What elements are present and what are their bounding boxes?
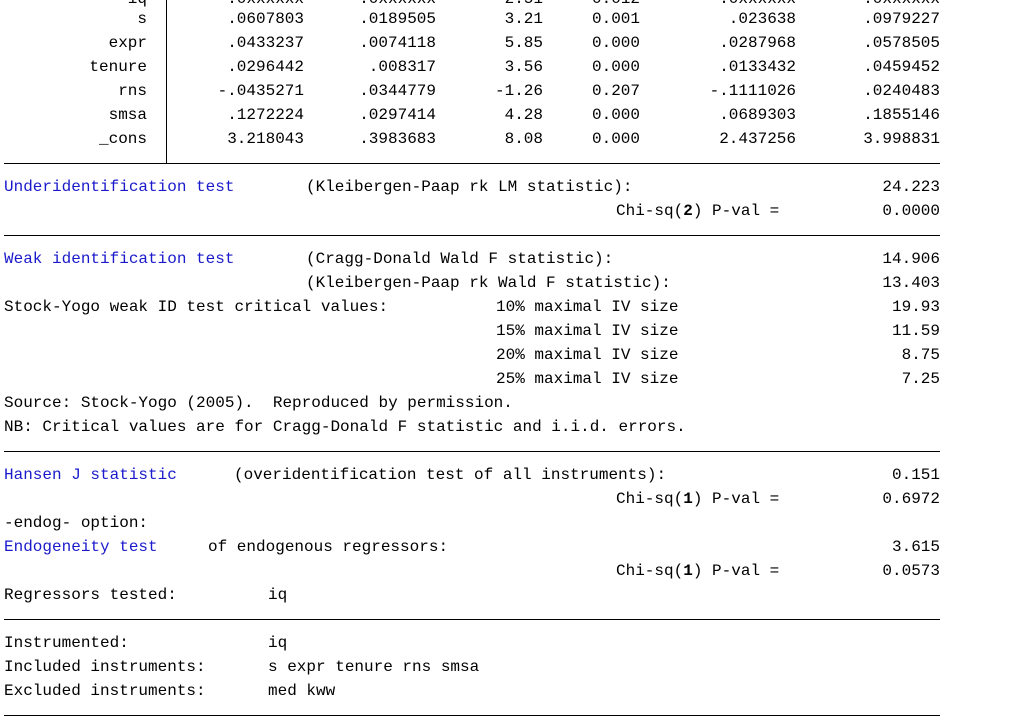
hansen-j-statistic-link[interactable]: Hansen J statistic	[4, 463, 177, 487]
hansen-pval: 0.6972	[882, 490, 940, 508]
coef-row-coef: .1272224	[227, 106, 304, 124]
coef-row-z: 5.85	[504, 34, 543, 52]
coef-row-ci-high: .0979227	[863, 10, 940, 28]
weakid-stat-kp: 13.403	[882, 274, 940, 292]
coef-row-ci-high: 3.998831	[863, 130, 940, 148]
coef-row-ci-low: 2.437256	[719, 130, 796, 148]
coef-row-ci-low: .0287968	[719, 34, 796, 52]
coef-row-p: 0.000	[591, 34, 640, 52]
coef-row-ci-high: .0578505	[863, 34, 940, 52]
endog-desc: of endogenous regressors:	[208, 538, 449, 556]
coef-row-z: 4.28	[504, 106, 543, 124]
underid-chisq-label: Chi-sq(2) P-val =	[616, 202, 780, 220]
endog-pval: 0.0573	[882, 562, 940, 580]
coef-row-se: .0189505	[359, 10, 436, 28]
hansen-stat: 0.151	[891, 466, 940, 484]
coef-row-se: .0297414	[359, 106, 436, 124]
instrumented-label: Instrumented:	[4, 634, 129, 652]
coef-row-coef: -.0435271	[217, 82, 304, 100]
underid-stat: 24.223	[882, 178, 940, 196]
coef-row-var: expr	[108, 34, 147, 52]
section-rule-1	[4, 235, 940, 236]
underidentification-test-link[interactable]: Underidentification test	[4, 175, 234, 199]
excluded-instruments-value: med kww	[268, 682, 336, 700]
coef-row-se: .0344779	[359, 82, 436, 100]
coef-row-ci-high: .0240483	[863, 82, 940, 100]
coef-row-ci-low: .023638	[728, 10, 796, 28]
coef-row-se: .0074118	[359, 34, 436, 52]
critical-value: 7.25	[901, 370, 940, 388]
regressors-tested-value: iq	[268, 586, 288, 604]
stata-results-window: iq.0xxxxxx.0xxxxxx2.510.012.0xxxxxx.0xxx…	[0, 0, 1009, 726]
coef-row-z: -1.26	[494, 82, 543, 100]
coef-row-ci-high: .1855146	[863, 106, 940, 124]
coef-row-ci-high: .0459452	[863, 58, 940, 76]
weakid-stat-cd: 14.906	[882, 250, 940, 268]
weak-identification-test-link[interactable]: Weak identification test	[4, 247, 234, 271]
included-instruments-label: Included instruments:	[4, 658, 206, 676]
coef-row-ci-low: -.1111026	[709, 82, 796, 100]
coef-row-coef: .0433237	[227, 34, 304, 52]
critical-value: 8.75	[901, 346, 940, 364]
coef-row-p: 0.001	[591, 10, 640, 28]
section-rule-2	[4, 451, 940, 452]
excluded-instruments-label: Excluded instruments:	[4, 682, 206, 700]
underid-pval: 0.0000	[882, 202, 940, 220]
coef-row-ci-low: .0689303	[719, 106, 796, 124]
coef-row-var: rns	[118, 82, 147, 100]
critical-value-label: 15% maximal IV size	[496, 322, 679, 340]
nb-note: NB: Critical values are for Cragg-Donald…	[4, 418, 686, 436]
coef-row-var: s	[137, 10, 147, 28]
coef-row-coef: 3.218043	[227, 130, 304, 148]
coef-row-var: smsa	[108, 106, 147, 124]
table-vertical-divider	[166, 0, 167, 163]
critical-value-label: 20% maximal IV size	[496, 346, 679, 364]
coef-row-p: 0.000	[591, 58, 640, 76]
table-bottom-rule	[4, 163, 940, 164]
coef-row-p: 0.000	[591, 106, 640, 124]
included-instruments-value: s expr tenure rns smsa	[268, 658, 480, 676]
endog-chisq-label: Chi-sq(1) P-val =	[616, 562, 780, 580]
coef-row-ci-low: .0133432	[719, 58, 796, 76]
stock-yogo-label: Stock-Yogo weak ID test critical values:	[4, 298, 389, 316]
coef-row-coef: .0607803	[227, 10, 304, 28]
underid-desc: (Kleibergen-Paap rk LM statistic):	[306, 178, 633, 196]
endogeneity-test-link[interactable]: Endogeneity test	[4, 535, 158, 559]
critical-value: 11.59	[891, 322, 940, 340]
weakid-desc-kp: (Kleibergen-Paap rk Wald F statistic):	[306, 274, 671, 292]
coef-row-p: 0.000	[591, 130, 640, 148]
coef-row-se: .3983683	[359, 130, 436, 148]
coef-row-z: 3.56	[504, 58, 543, 76]
section-rule-3	[4, 619, 940, 620]
endog-option-label: -endog- option:	[4, 514, 149, 532]
critical-value: 19.93	[891, 298, 940, 316]
coef-row-var: _cons	[98, 130, 147, 148]
coef-row-p: 0.207	[591, 82, 640, 100]
hansen-desc: (overidentification test of all instrume…	[234, 466, 667, 484]
coef-row-z: 8.08	[504, 130, 543, 148]
critical-value-label: 10% maximal IV size	[496, 298, 679, 316]
coef-row-var: tenure	[89, 58, 147, 76]
endog-stat: 3.615	[891, 538, 940, 556]
coef-row-coef: .0296442	[227, 58, 304, 76]
hansen-chisq-label: Chi-sq(1) P-val =	[616, 490, 780, 508]
regressors-tested-label: Regressors tested:	[4, 586, 177, 604]
source-note: Source: Stock-Yogo (2005). Reproduced by…	[4, 394, 513, 412]
instrumented-value: iq	[268, 634, 288, 652]
coef-row-z: 3.21	[504, 10, 543, 28]
critical-value-label: 25% maximal IV size	[496, 370, 679, 388]
weakid-desc-cd: (Cragg-Donald Wald F statistic):	[306, 250, 614, 268]
section-rule-4	[4, 715, 940, 716]
coef-row-se: .008317	[368, 58, 436, 76]
